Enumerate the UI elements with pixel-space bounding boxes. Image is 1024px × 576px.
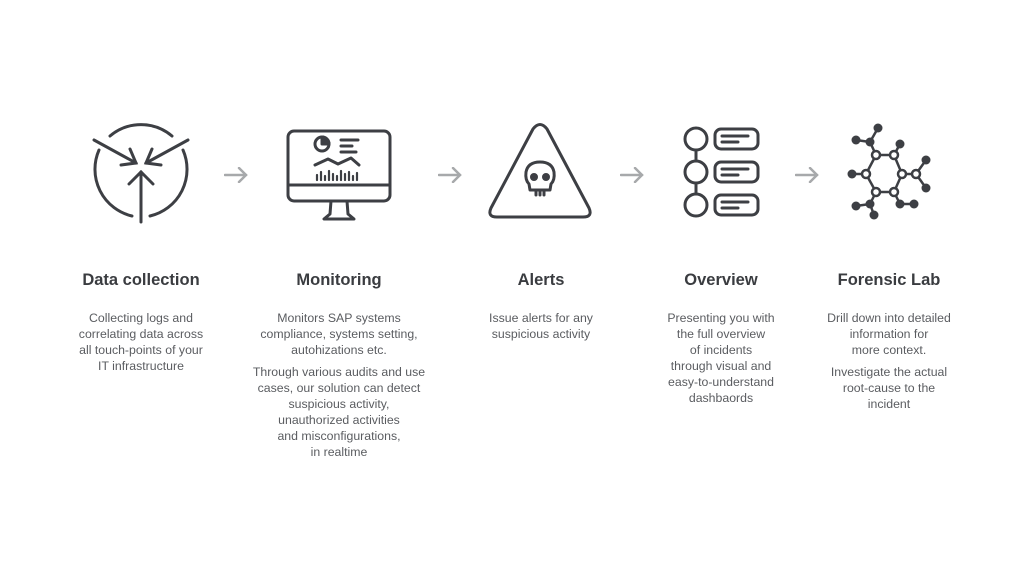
description-paragraph: Collecting logs and correlating data acr… [78,311,204,373]
step-title-data-collection: Data collection [82,271,200,289]
timeline-list-icon [683,126,760,218]
description-paragraph: Issue alerts for any suspicious activity [489,311,593,341]
description-paragraph: Investigate the actual root-cause to the… [830,365,948,411]
network-graph-icon [847,123,931,220]
step-description-forensic-lab: Drill down into detailed information for… [789,310,989,418]
description-paragraph: Through various audits and use cases, ou… [252,365,426,459]
arrow-right-icon [224,167,248,183]
description-paragraph: Monitors SAP systems compliance, systems… [260,311,418,357]
step-description-monitoring: Monitors SAP systems compliance, systems… [239,310,439,466]
step-description-data-collection: Collecting logs and correlating data acr… [41,310,241,380]
arrow-right-icon [795,167,819,183]
step-title-monitoring: Monitoring [296,271,382,289]
step-description-alerts: Issue alerts for any suspicious activity [441,310,641,348]
monitor-dashboard-icon [286,129,392,221]
step-title-alerts: Alerts [517,271,565,289]
arrow-right-icon [620,167,644,183]
warning-skull-icon [488,123,592,219]
step-title-forensic-lab: Forensic Lab [837,271,941,289]
arrow-right-icon [438,167,462,183]
converging-arrows-icon [92,123,190,224]
description-paragraph: Drill down into detailed information for… [827,311,951,357]
